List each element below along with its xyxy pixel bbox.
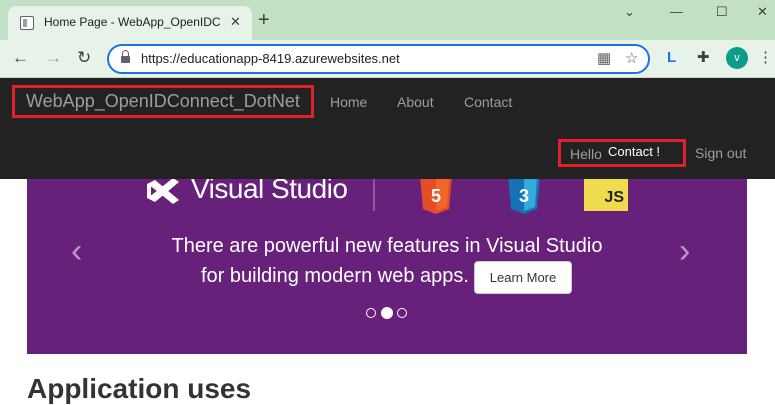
carousel-caption-line2: for building modern web apps. — [201, 265, 469, 287]
minimize-button[interactable]: — — [670, 4, 683, 20]
profile-avatar[interactable]: v — [726, 47, 748, 69]
visual-studio-icon — [147, 179, 179, 204]
site-navbar: WebApp_OpenIDConnect_DotNet Home About C… — [0, 78, 775, 179]
css3-icon: 3 — [508, 179, 540, 214]
html5-icon: 5 — [420, 179, 452, 214]
browser-tab[interactable]: Home Page - WebApp_OpenIDC ✕ — [8, 6, 252, 40]
css3-label: 3 — [519, 186, 529, 206]
user-name[interactable]: Contact ! — [608, 144, 660, 159]
new-tab-button[interactable]: + — [258, 10, 270, 30]
carousel-indicator-2[interactable] — [381, 307, 393, 319]
tab-title: Home Page - WebApp_OpenIDC — [44, 15, 220, 29]
carousel-indicator-1[interactable] — [366, 308, 376, 318]
puzzle-icon[interactable]: ✚ — [697, 49, 710, 67]
browser-toolbar: ← → ↻ https://educationapp-8419.azureweb… — [0, 40, 775, 78]
js-icon: JS — [584, 179, 628, 211]
nav-about[interactable]: About — [397, 94, 434, 110]
extension-l-icon[interactable]: L — [667, 49, 676, 67]
greeting-text: Hello — [570, 146, 602, 162]
brand-link[interactable]: WebApp_OpenIDConnect_DotNet — [12, 85, 314, 118]
close-window-button[interactable]: ✕ — [757, 4, 768, 20]
application-uses-heading: Application uses — [27, 373, 252, 404]
url-text[interactable]: https://educationapp-8419.azurewebsites.… — [141, 51, 400, 66]
lock-icon[interactable] — [121, 50, 130, 63]
back-button[interactable]: ← — [12, 48, 29, 68]
learn-more-button[interactable]: Learn More — [474, 261, 572, 294]
logo-divider — [373, 179, 375, 211]
carousel-caption-line1: There are powerful new features in Visua… — [171, 235, 603, 257]
nav-contact[interactable]: Contact — [464, 94, 512, 110]
menu-icon[interactable]: ⋮ — [758, 49, 773, 67]
page-favicon-icon — [20, 16, 34, 30]
html5-label: 5 — [431, 186, 441, 206]
forward-button[interactable]: → — [45, 48, 62, 68]
qr-code-icon[interactable]: ▦ — [597, 50, 611, 68]
tab-search-icon[interactable]: ⌄ — [624, 4, 635, 20]
star-icon[interactable]: ☆ — [625, 50, 638, 68]
visual-studio-text: Visual Studio — [191, 179, 348, 204]
carousel-indicator-3[interactable] — [397, 308, 407, 318]
nav-home[interactable]: Home — [330, 94, 367, 110]
maximize-button[interactable]: ☐ — [716, 4, 728, 20]
address-bar[interactable]: https://educationapp-8419.azurewebsites.… — [107, 44, 650, 74]
reload-button[interactable]: ↻ — [77, 48, 91, 68]
sign-out-link[interactable]: Sign out — [695, 145, 746, 161]
browser-tab-strip: Home Page - WebApp_OpenIDC ✕ + ⌄ — ☐ ✕ — [0, 0, 775, 40]
tab-close-icon[interactable]: ✕ — [230, 14, 241, 30]
hero-carousel: Visual Studio 5 3 JS ‹ › There are power… — [27, 179, 747, 354]
